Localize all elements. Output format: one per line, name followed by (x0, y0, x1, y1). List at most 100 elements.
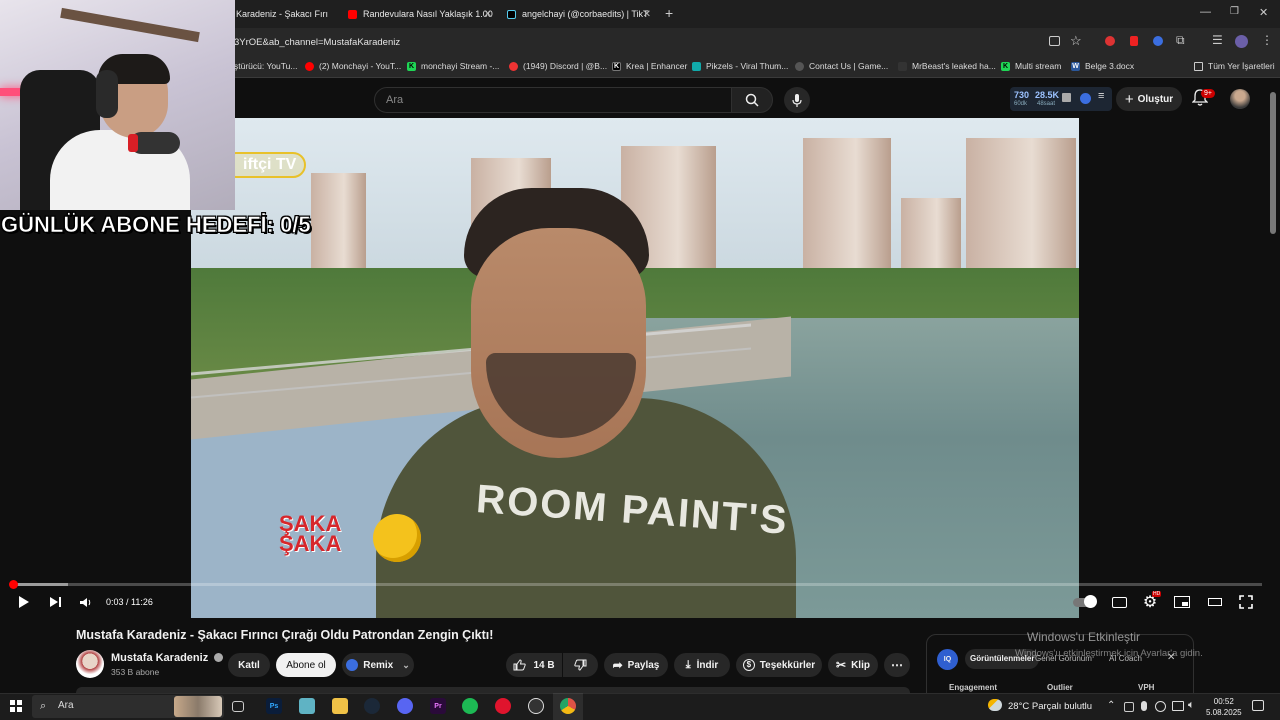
progress-bar[interactable] (12, 583, 1262, 586)
clip-button[interactable]: ✂ Klip (828, 653, 878, 677)
tab-current[interactable]: Karadeniz - Şakacı Fırı (236, 4, 334, 24)
windows-start-icon[interactable] (10, 700, 22, 712)
tab-randevulara[interactable]: Randevulara Nasıl Yaklaşık 1.00 ✕ (348, 4, 496, 24)
opera-icon[interactable] (495, 698, 511, 714)
miniplayer-icon (1174, 596, 1190, 608)
close-tab-icon[interactable]: ✕ (484, 9, 492, 20)
channel-watermark-logo: iftçi TV (223, 152, 307, 178)
search-input[interactable]: Ara (374, 87, 732, 113)
tray-app-icon[interactable] (1124, 702, 1134, 712)
weather-text[interactable]: 28°C Parçalı bulutlu (1008, 701, 1092, 712)
extensions-puzzle-icon[interactable]: ⧉ (1176, 33, 1185, 48)
bookmark-item[interactable]: MrBeast's leaked ha... (898, 61, 996, 71)
photoshop-icon[interactable]: Ps (266, 698, 282, 714)
taskbar-clock[interactable]: 00:52 5.08.2025 (1206, 696, 1242, 718)
kick-icon: K (407, 61, 416, 71)
menu-kebab-icon[interactable]: ⋮ (1261, 33, 1273, 47)
install-app-icon[interactable] (1049, 36, 1060, 46)
extension-red-icon[interactable] (1105, 36, 1115, 46)
premiere-pro-icon[interactable]: Pr (430, 698, 446, 714)
vidiq-icon (1080, 93, 1091, 104)
search-button[interactable] (731, 87, 773, 113)
speaker-icon[interactable]: 🔈︎ (1188, 699, 1195, 712)
channel-avatar[interactable] (76, 650, 104, 678)
close-tab-icon[interactable]: ✕ (643, 9, 651, 20)
fullscreen-icon (1239, 595, 1253, 609)
chevron-down-icon: ⌄ (402, 659, 410, 670)
restore-icon[interactable]: ❐ (1230, 6, 1239, 17)
page-scrollbar[interactable] (1270, 92, 1276, 234)
mute-button[interactable] (76, 592, 94, 612)
discord-icon[interactable] (397, 698, 413, 714)
stat-views-48h-label: 48saat (1037, 101, 1056, 107)
bookmark-label: Pikzels - Viral Thum... (706, 61, 789, 71)
create-button[interactable]: + Oluştur (1116, 87, 1182, 111)
profile-avatar-icon[interactable] (1235, 35, 1248, 48)
next-button[interactable] (45, 592, 65, 612)
progress-scrubber-handle[interactable] (9, 580, 18, 589)
extension-rec-icon[interactable] (1130, 36, 1138, 46)
thanks-button[interactable]: $ Teşekkürler (736, 653, 822, 677)
voice-search-button[interactable] (784, 87, 810, 113)
chevron-up-icon[interactable]: ⌃ (1107, 700, 1115, 711)
security-tray-icon[interactable] (1155, 701, 1166, 712)
vidiq-icon (346, 659, 359, 671)
column-outlier: Outlier (1047, 683, 1073, 692)
bookmark-item[interactable]: (2) Monchayi - YouT... (305, 61, 401, 71)
bookmark-label: (1949) Discord | @B... (523, 61, 608, 71)
spotify-icon[interactable] (462, 698, 478, 714)
skip-next-icon (49, 597, 61, 607)
theater-mode-button[interactable] (1206, 592, 1224, 612)
tab-tiktok[interactable]: angelchayi (@corbaedits) | TikT ✕ (507, 4, 655, 24)
notification-center-icon[interactable] (1252, 700, 1264, 711)
autoplay-toggle[interactable] (1072, 592, 1097, 612)
channel-name[interactable]: Mustafa Karadeniz (111, 652, 224, 664)
close-window-icon[interactable]: ✕ (1259, 6, 1268, 19)
search-icon: ⌕ (40, 700, 47, 712)
plus-icon: + (1124, 90, 1134, 108)
bookmark-item[interactable]: Pikzels - Viral Thum... (692, 61, 788, 71)
obs-icon[interactable] (528, 698, 544, 714)
bookmark-item[interactable]: Contact Us | Game... (795, 61, 888, 71)
settings-button[interactable]: ⚙ HD (1141, 591, 1162, 612)
download-button[interactable]: ⤓ İndir (674, 653, 730, 677)
bookmark-item[interactable]: K Krea | Enhancer (612, 61, 687, 71)
video-player[interactable]: iftçi TV ROOM PAINT'S ŞAKA ŞAKA (191, 118, 1079, 618)
bookmark-item[interactable]: K Multi stream (1001, 61, 1061, 71)
fullscreen-button[interactable] (1237, 592, 1255, 612)
play-button[interactable] (14, 592, 34, 612)
subscribe-button[interactable]: Abone ol (276, 653, 336, 677)
reading-list-icon[interactable]: ☰ (1212, 33, 1223, 47)
minimize-icon[interactable]: — (1200, 6, 1211, 18)
remix-button[interactable]: Remix ⌄ (342, 653, 414, 677)
steam-icon[interactable] (364, 698, 380, 714)
microphone-tray-icon[interactable] (1141, 701, 1147, 711)
miniplayer-button[interactable] (1173, 592, 1191, 612)
share-button[interactable]: ➦ Paylaş (604, 653, 668, 677)
download-icon: ⤓ (685, 658, 691, 671)
bookmark-item[interactable]: ştürücü: YouTu... (234, 61, 297, 71)
url-field[interactable]: 3YrOE&ab_channel=MustafaKaradeniz (234, 37, 400, 48)
subtitles-button[interactable] (1110, 592, 1128, 612)
notes-app-icon[interactable] (299, 698, 315, 714)
like-button[interactable]: 14 B (506, 653, 562, 677)
bookmark-item[interactable]: (1949) Discord | @B... (509, 61, 607, 71)
vidiq-stats-widget[interactable]: 730 60dk 28.5K 48saat ≡ (1010, 87, 1112, 111)
join-button[interactable]: Katıl (228, 653, 270, 677)
download-label: İndir (696, 659, 719, 671)
task-view-icon[interactable] (232, 701, 244, 712)
bookmark-star-icon[interactable]: ☆ (1070, 33, 1082, 49)
account-avatar[interactable] (1230, 89, 1250, 109)
extension-iq-icon[interactable] (1153, 36, 1163, 46)
file-explorer-icon[interactable] (332, 698, 348, 714)
more-actions-button[interactable]: ⋯ (884, 653, 910, 677)
bookmark-item[interactable]: Kmonchayi Stream -... (407, 61, 499, 71)
bookmark-item[interactable]: W Belge 3.docx (1071, 61, 1134, 71)
new-tab-icon[interactable]: + (665, 5, 673, 21)
network-icon[interactable] (1172, 701, 1184, 711)
chrome-active-indicator (553, 693, 583, 720)
dislike-button[interactable] (563, 653, 598, 677)
all-bookmarks[interactable]: Tüm Yer İşaretleri (1194, 61, 1275, 71)
remix-label: Remix (363, 659, 394, 671)
column-engagement: Engagement (949, 683, 998, 692)
